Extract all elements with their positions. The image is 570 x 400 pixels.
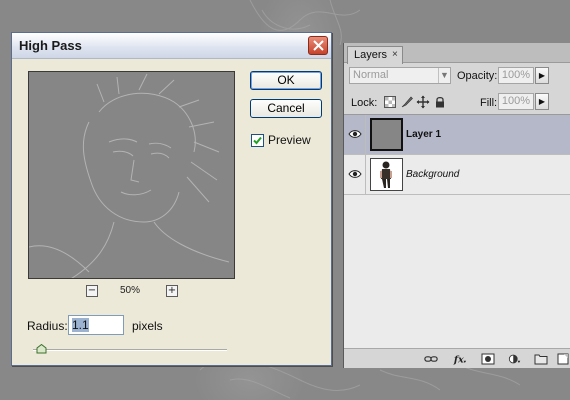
adjustment-layer-icon[interactable] [508,353,522,365]
lock-transparency-icon[interactable] [383,95,397,109]
lock-all-icon[interactable] [433,95,447,109]
eye-icon [348,170,362,178]
zoom-out-button[interactable]: − [86,285,98,297]
zoom-controls: − 50% + [86,285,186,299]
layer-thumbnail [370,118,403,151]
layer-list: Layer 1 Background [344,114,570,354]
high-pass-dialog: High Pass − 50% + Radius: 1.1 pixels OK … [11,32,332,366]
layer-row-layer-1[interactable]: Layer 1 [344,115,570,155]
tab-layers-label: Layers [354,49,388,61]
layer-name[interactable]: Layer 1 [406,129,441,140]
tab-layers[interactable]: Layers × [347,46,403,64]
background-thumbnail-image [371,159,402,190]
radius-input[interactable]: 1.1 [68,315,124,335]
layers-panel: Layers × Normal ▼ Opacity: 100% ▶ Lock: … [343,43,570,368]
filter-preview[interactable] [28,71,235,279]
slider-thumb-icon[interactable] [36,344,47,354]
blend-mode-select[interactable]: Normal ▼ [349,67,451,84]
opacity-input[interactable]: 100% [498,67,534,84]
fill-input[interactable]: 100% [498,93,534,110]
dialog-title: High Pass [19,38,82,53]
lock-label: Lock: [351,97,378,109]
fill-arrow-icon[interactable]: ▶ [535,93,549,110]
preview-label: Preview [268,133,311,147]
blend-mode-value: Normal [353,69,389,81]
layers-tab-bar: Layers × [344,43,570,64]
radius-value: 1.1 [72,318,89,332]
new-layer-icon[interactable] [556,353,570,365]
check-icon [253,136,262,145]
link-layers-icon[interactable] [424,353,438,365]
cancel-button[interactable]: Cancel [250,99,322,118]
tab-close-icon[interactable]: × [392,49,398,60]
svg-text:fx: fx [453,355,464,366]
close-button[interactable] [308,36,328,55]
fx-icon[interactable]: fx [453,353,467,365]
new-group-icon[interactable] [534,353,548,365]
close-icon [313,40,324,51]
opacity-label: Opacity: [457,70,498,82]
eye-icon [348,130,362,138]
visibility-toggle[interactable] [344,115,366,155]
layer-thumbnail [370,158,403,191]
zoom-level: 50% [120,285,141,296]
preview-checkbox[interactable] [251,134,264,147]
preview-image [29,72,234,278]
zoom-in-button[interactable]: + [166,285,178,297]
lock-position-icon[interactable] [416,95,430,109]
layer-row-background[interactable]: Background [344,155,570,195]
add-mask-icon[interactable] [481,353,495,365]
opacity-arrow-icon[interactable]: ▶ [535,67,549,84]
radius-label: Radius: [27,319,68,333]
chevron-down-icon: ▼ [438,68,450,83]
dialog-titlebar[interactable]: High Pass [12,33,331,59]
layers-footer: fx [344,348,570,368]
layer-name[interactable]: Background [406,169,459,180]
radius-unit-label: pixels [132,319,163,333]
fill-label: Fill: [480,97,498,109]
radius-slider-track[interactable] [33,349,227,351]
ok-button[interactable]: OK [250,71,322,90]
visibility-toggle[interactable] [344,155,366,195]
lock-pixels-icon[interactable] [400,95,414,109]
